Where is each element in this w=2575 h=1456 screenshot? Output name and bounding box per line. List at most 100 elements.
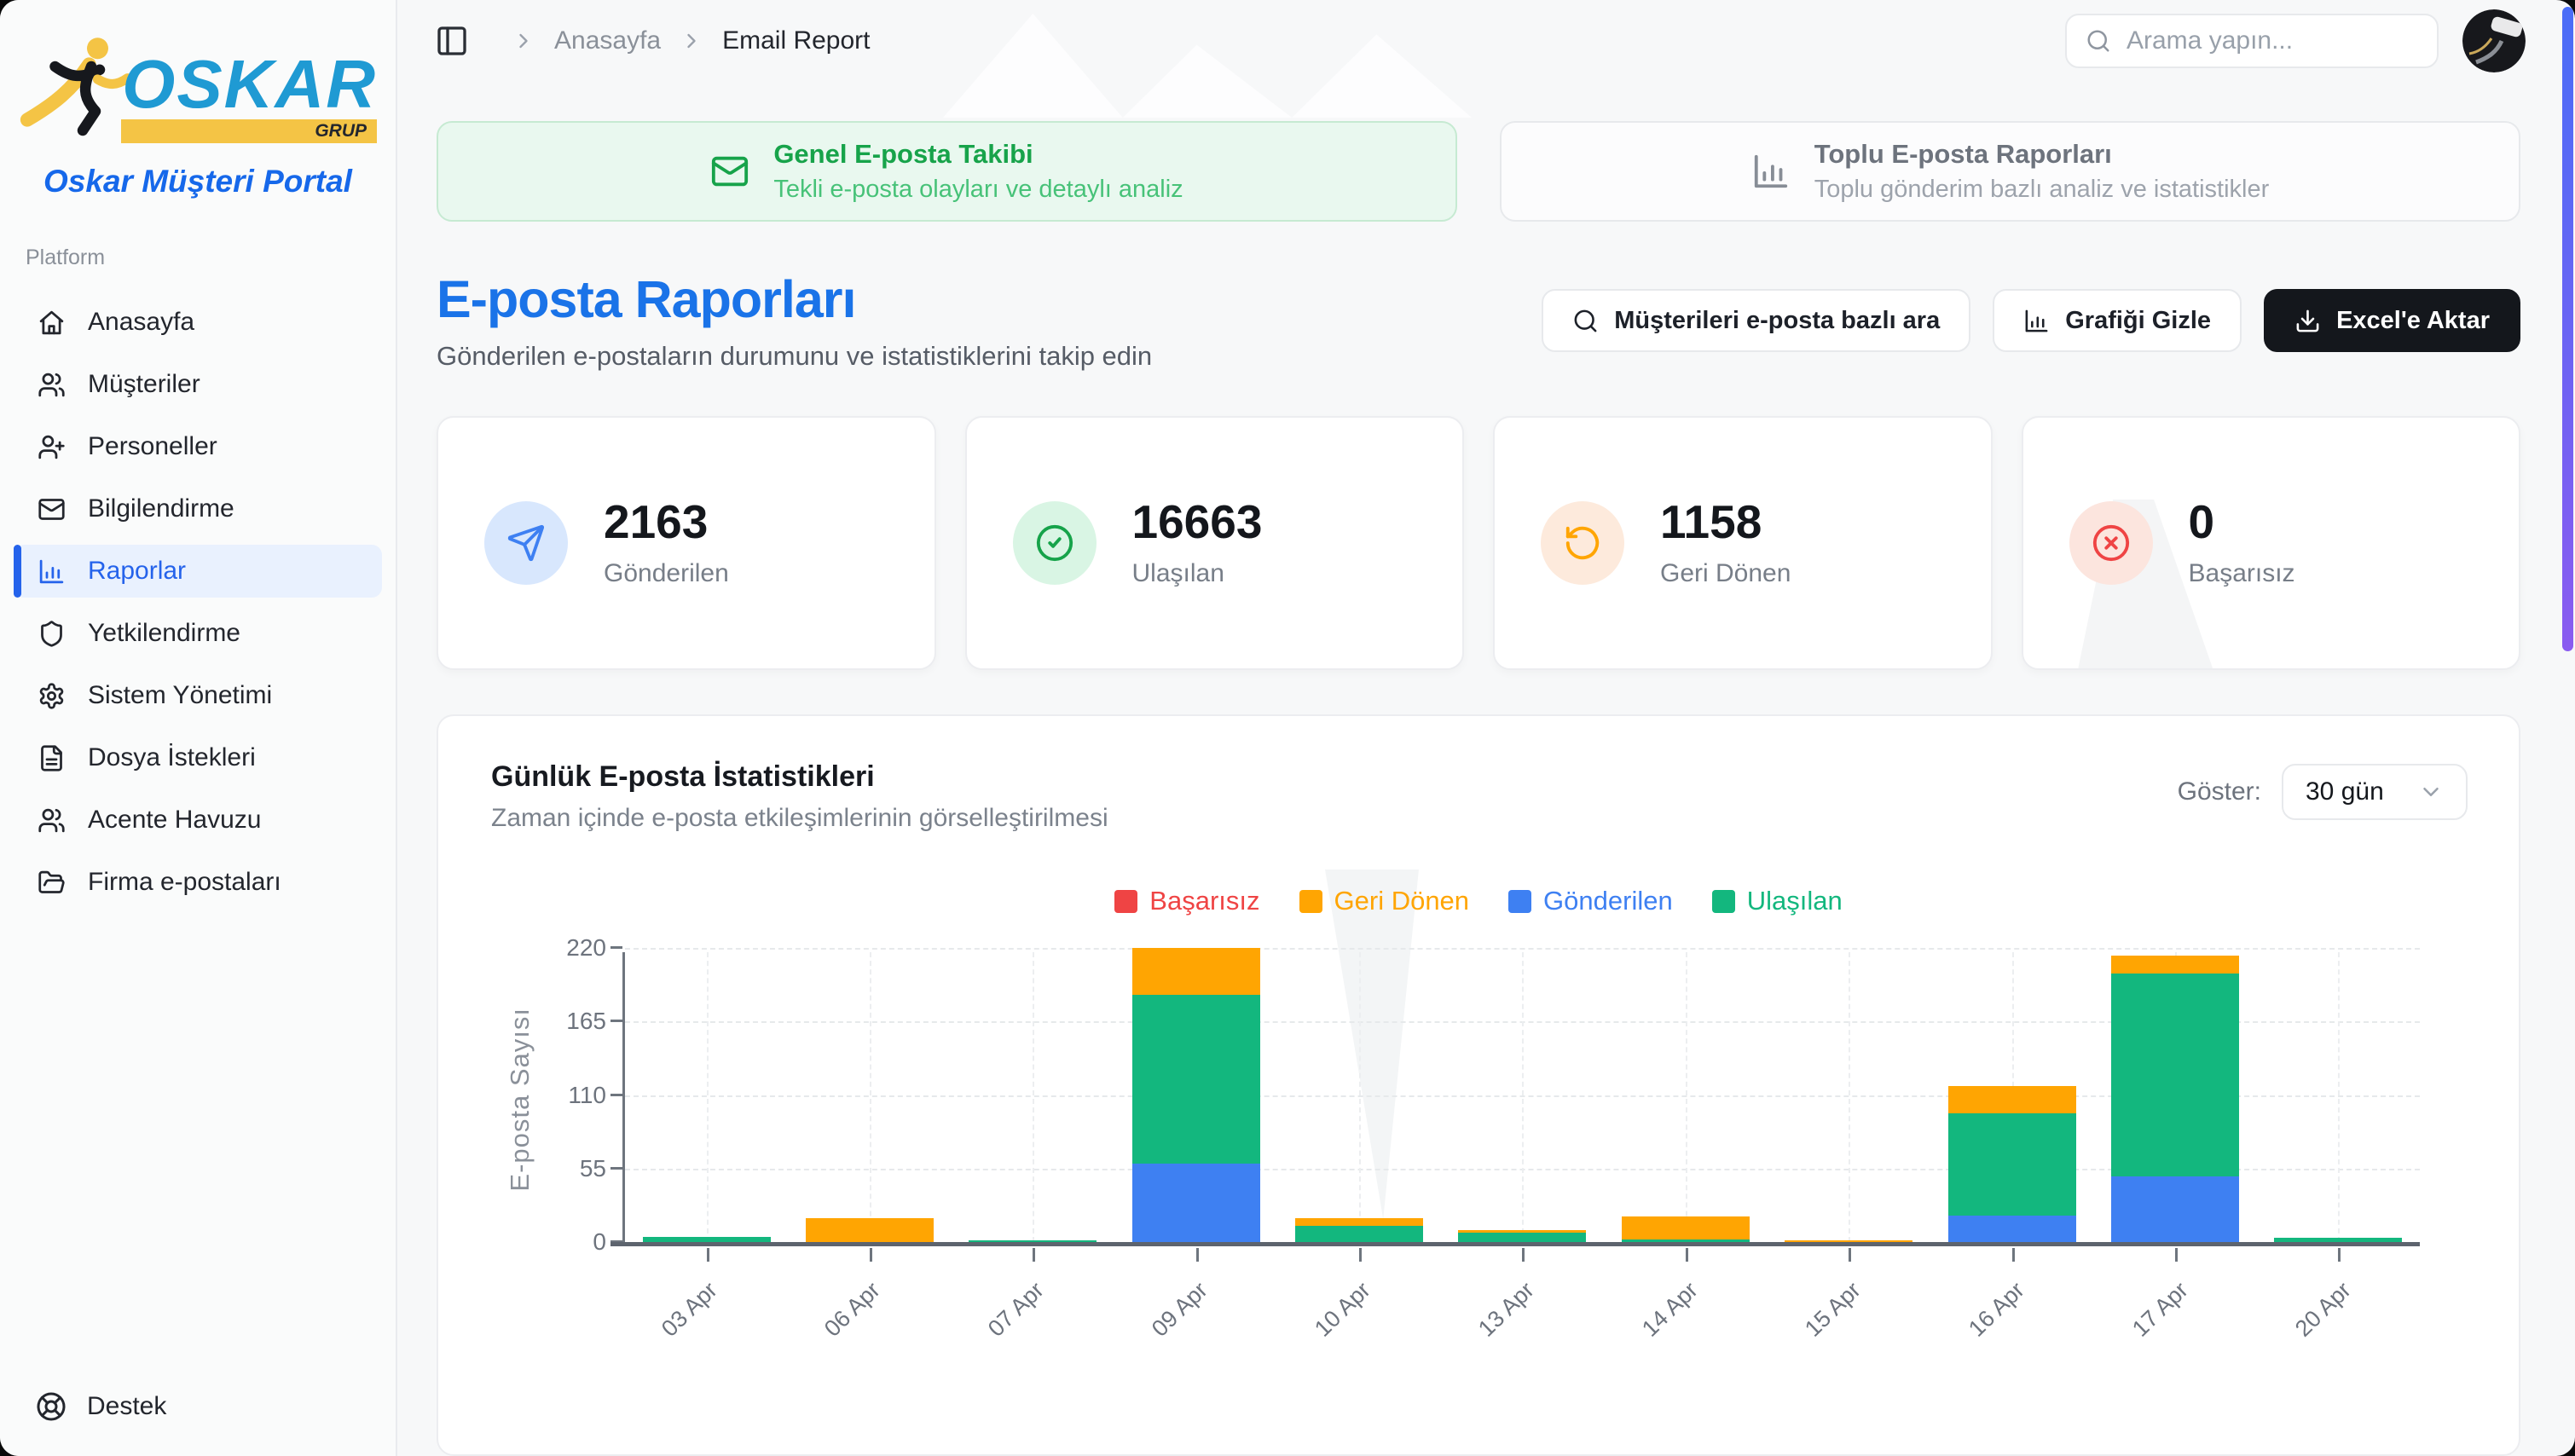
- bar-group-07-apr: [952, 952, 1114, 1242]
- y-tick-mark: [610, 1020, 622, 1022]
- x-tick-label: 06 Apr: [819, 1277, 886, 1343]
- legend-label: Geri Dönen: [1334, 886, 1470, 916]
- bar-segment-ula-lan: [1458, 1233, 1586, 1242]
- bar-group-09-apr: [1114, 952, 1277, 1242]
- user-avatar[interactable]: [2462, 9, 2526, 72]
- sidebar-item-m-teriler[interactable]: Müşteriler: [14, 358, 382, 411]
- stat-value: 0: [2189, 499, 2295, 546]
- sidebar-item-label: Yetkilendirme: [88, 619, 240, 648]
- sidebar-item-acente-havuzu[interactable]: Acente Havuzu: [14, 794, 382, 846]
- send-icon: [484, 501, 568, 585]
- stacked-bar: [969, 1240, 1097, 1242]
- sidebar-item-yetkilendirme[interactable]: Yetkilendirme: [14, 607, 382, 660]
- download-icon: [2294, 308, 2321, 334]
- bar-segment-geri-d-nen: [2111, 956, 2239, 973]
- bar-chart-icon: [1751, 152, 1791, 191]
- x-axis-labels: 03 Apr06 Apr07 Apr09 Apr10 Apr13 Apr14 A…: [622, 1246, 2420, 1357]
- main-content: Genel E-posta Takibi Tekli e-posta olayl…: [397, 82, 2575, 1456]
- legend-item-ula-lan[interactable]: Ulaşılan: [1712, 886, 1843, 916]
- stacked-bar: [2274, 1238, 2402, 1242]
- stacked-bar: [2111, 956, 2239, 1242]
- x-tick-label: 14 Apr: [1637, 1277, 1704, 1343]
- bar-group-15-apr: [1768, 952, 1930, 1242]
- rotate-ccw-icon: [1541, 501, 1624, 585]
- bar-group-20-apr: [2257, 952, 2420, 1242]
- tab-genel-eposta-takibi[interactable]: Genel E-posta Takibi Tekli e-posta olayl…: [437, 121, 1457, 222]
- sidebar-item-label: Sistem Yönetimi: [88, 681, 272, 710]
- x-tick-label: 07 Apr: [983, 1277, 1050, 1343]
- users-icon: [38, 371, 66, 399]
- sidebar-item-dosya-i-stekleri[interactable]: Dosya İstekleri: [14, 731, 382, 784]
- x-circle-icon: [2069, 501, 2153, 585]
- chevron-right-icon: [512, 29, 535, 53]
- bar-segment-geri-d-nen: [1132, 948, 1260, 995]
- customer-email-search-button[interactable]: Müşterileri e-posta bazlı ara: [1542, 289, 1970, 352]
- gridline: [870, 952, 871, 1242]
- stacked-bar: [1458, 1230, 1586, 1242]
- bar-segment-ula-lan: [2274, 1238, 2402, 1242]
- tab-toplu-eposta-raporlari[interactable]: Toplu E-posta Raporları Toplu gönderim b…: [1500, 121, 2520, 222]
- y-tick-label: 55: [580, 1155, 606, 1182]
- global-search-input[interactable]: [2127, 26, 2418, 55]
- bar-segment-ula-lan: [1132, 995, 1260, 1164]
- tab-subtitle: Toplu gönderim bazlı analiz ve istatisti…: [1814, 176, 2270, 204]
- vertical-scrollbar-thumb[interactable]: [2562, 7, 2573, 651]
- y-tick-mark: [610, 1167, 622, 1170]
- global-search: [2065, 14, 2439, 68]
- sidebar-item-firma-e-postalar[interactable]: Firma e-postaları: [14, 856, 382, 909]
- legend-swatch: [1508, 890, 1531, 913]
- stacked-bar: [1948, 1086, 2076, 1242]
- sidebar-item-raporlar[interactable]: Raporlar: [14, 545, 382, 598]
- stat-card-ula-lan: 16663Ulaşılan: [965, 416, 1465, 670]
- x-axis-label-slot: 16 Apr: [1930, 1246, 2093, 1357]
- sidebar-item-label: Bilgilendirme: [88, 494, 234, 523]
- filter-label: Göster:: [2178, 777, 2261, 806]
- hide-chart-button[interactable]: Grafiği Gizle: [1993, 289, 2242, 352]
- page-subtitle: Gönderilen e-postaların durumunu ve ista…: [437, 341, 1152, 372]
- legend-item-g-nderilen[interactable]: Gönderilen: [1508, 886, 1673, 916]
- search-icon: [1572, 308, 1599, 334]
- sidebar-item-bilgilendirme[interactable]: Bilgilendirme: [14, 482, 382, 535]
- sidebar-item-anasayfa[interactable]: Anasayfa: [14, 296, 382, 349]
- page-title: E-posta Raporları: [437, 269, 1152, 329]
- bar-segment-ula-lan: [969, 1240, 1097, 1242]
- date-range-select[interactable]: 30 gün: [2282, 764, 2468, 820]
- stat-value: 2163: [604, 499, 729, 546]
- x-axis-label-slot: 17 Apr: [2093, 1246, 2257, 1357]
- breadcrumb: Anasayfa Email Report: [512, 26, 871, 55]
- x-axis-label-slot: 14 Apr: [1603, 1246, 1767, 1357]
- app-window: OSKAR GRUP Oskar Müşteri Portal Platform…: [0, 0, 2575, 1456]
- sidebar-item-destek[interactable]: Destek: [36, 1391, 166, 1422]
- y-tick-label: 165: [566, 1008, 606, 1035]
- legend-label: Başarısız: [1149, 886, 1259, 916]
- bar-chart-icon: [2023, 308, 2050, 334]
- x-tick-label: 16 Apr: [1964, 1277, 2030, 1343]
- sidebar-item-label: Dosya İstekleri: [88, 743, 256, 772]
- stacked-bar: [643, 1237, 771, 1242]
- brand-sub: GRUP: [315, 121, 367, 142]
- bar-chart-icon: [38, 558, 66, 586]
- sidebar-item-sistem-y-netimi[interactable]: Sistem Yönetimi: [14, 669, 382, 722]
- gridline: [1033, 952, 1034, 1242]
- sidebar-toggle-button[interactable]: [435, 22, 472, 60]
- gridline: [1849, 952, 1850, 1242]
- export-excel-button[interactable]: Excel'e Aktar: [2264, 289, 2520, 352]
- x-axis-label-slot: 07 Apr: [949, 1246, 1113, 1357]
- legend-item-ba-ar-s-z[interactable]: Başarısız: [1114, 886, 1259, 916]
- stacked-bar: [1785, 1240, 1912, 1242]
- sidebar-item-personeller[interactable]: Personeller: [14, 420, 382, 473]
- legend-item-geri-d-nen[interactable]: Geri Dönen: [1299, 886, 1470, 916]
- y-tick-mark: [610, 1240, 622, 1243]
- stacked-bar: [1132, 948, 1260, 1242]
- gridline: [1686, 952, 1687, 1242]
- bar-segment-geri-d-nen: [1622, 1216, 1750, 1239]
- sidebar-item-label: Personeller: [88, 432, 217, 461]
- x-axis-label-slot: 10 Apr: [1276, 1246, 1440, 1357]
- portal-title: Oskar Müşteri Portal: [0, 164, 396, 199]
- breadcrumb-current: Email Report: [722, 26, 870, 55]
- breadcrumb-anasayfa[interactable]: Anasayfa: [554, 26, 661, 55]
- x-axis-label-slot: 09 Apr: [1113, 1246, 1276, 1357]
- sidebar-item-label: Acente Havuzu: [88, 806, 261, 835]
- bar-segment-geri-d-nen: [1785, 1240, 1912, 1242]
- sidebar: OSKAR GRUP Oskar Müşteri Portal Platform…: [0, 0, 397, 1456]
